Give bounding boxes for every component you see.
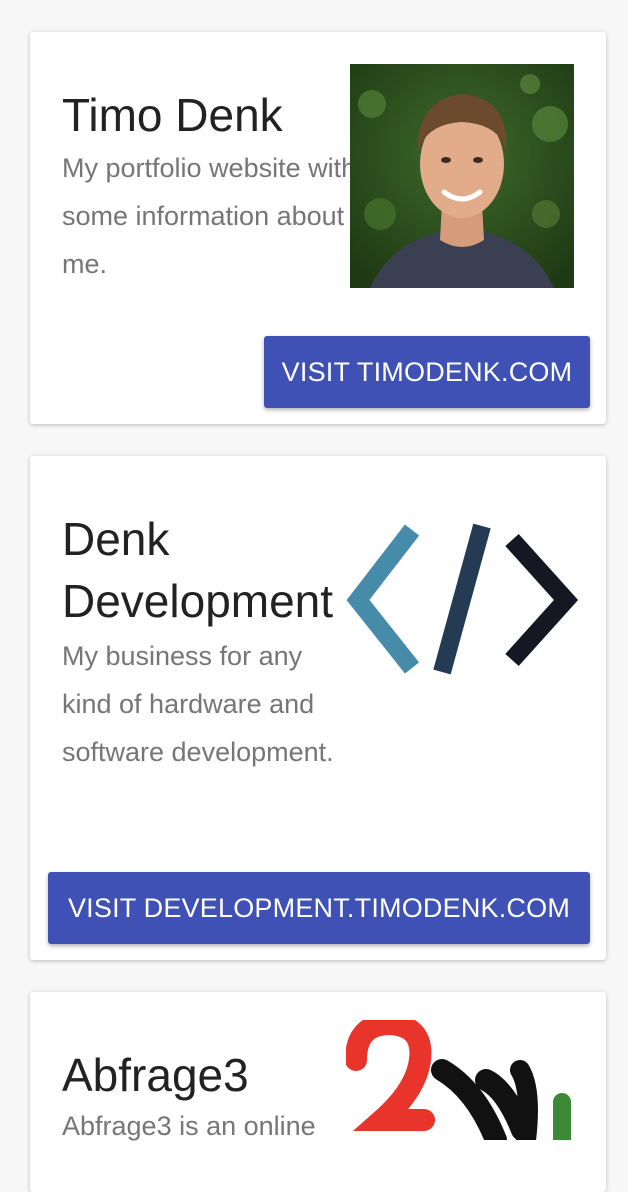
abfrage3-card: Abfrage3 Abfrage3 is an online — [30, 992, 606, 1192]
profile-photo — [350, 64, 574, 288]
visit-timodenk-button[interactable]: VISIT TIMODENK.COM — [264, 336, 590, 408]
card-title: Denk Development — [62, 513, 334, 627]
abfrage3-logo-icon — [345, 1012, 578, 1151]
card-title: Abfrage3 — [62, 1049, 249, 1101]
portfolio-card: Timo Denk My portfolio website with some… — [30, 32, 606, 424]
card-description: My business for any kind of hardware and… — [62, 641, 334, 767]
card-description: Abfrage3 is an online — [62, 1111, 316, 1141]
visit-development-button[interactable]: VISIT DEVELOPMENT.TIMODENK.COM — [48, 872, 590, 944]
logo-slash — [433, 523, 491, 675]
logo-left-bracket — [346, 524, 420, 674]
logo-right-bracket — [505, 533, 579, 667]
code-logo-icon — [346, 520, 579, 676]
card-description: My portfolio website with some informati… — [62, 153, 357, 279]
development-card: Denk Development My business for any kin… — [30, 456, 606, 960]
card-title: Timo Denk — [62, 89, 283, 141]
